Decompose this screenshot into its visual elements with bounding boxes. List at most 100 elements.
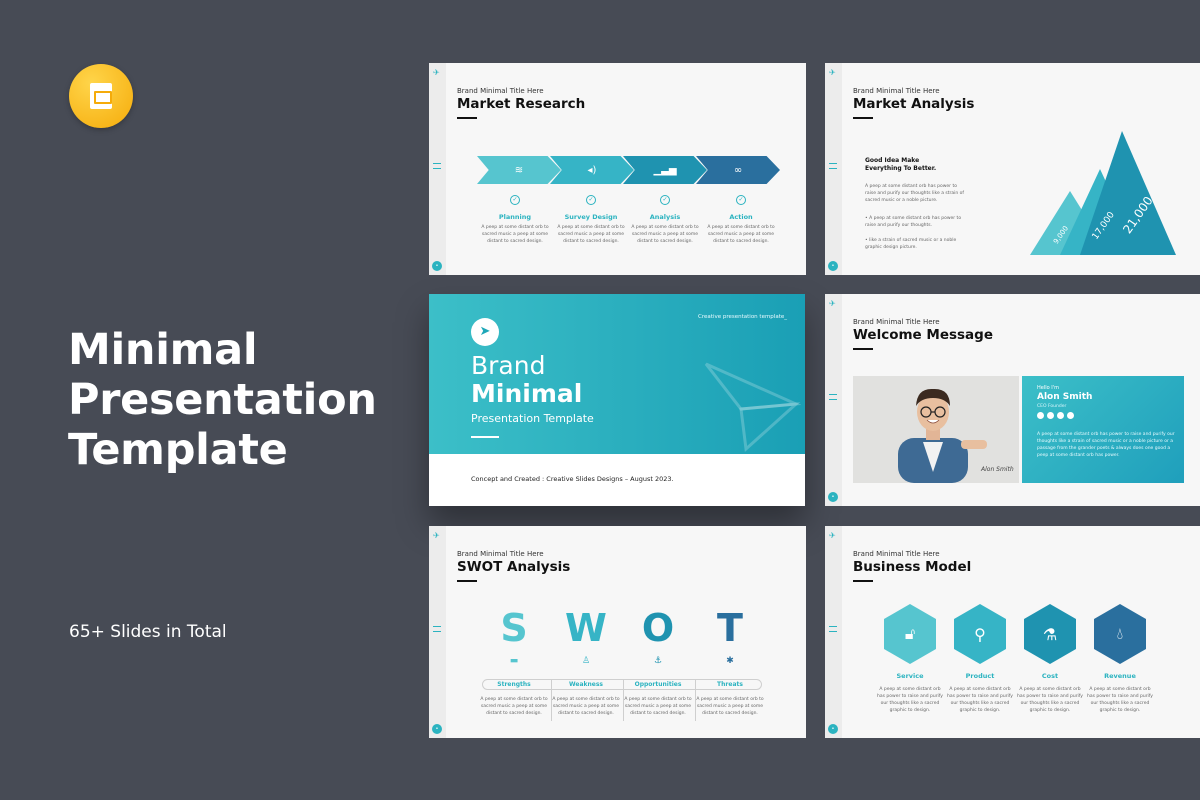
- subtitle-underline: [471, 436, 499, 438]
- bar-chart-icon: ▁▃▅: [653, 164, 677, 176]
- slide-swot-analysis: ✈ • Brand Minimal Title Here SWOT Analys…: [429, 526, 806, 738]
- template-subtitle: Presentation Template: [471, 412, 594, 425]
- swot-text: A peep at some distant orb to sacred mus…: [552, 697, 620, 716]
- slide-title: SWOT Analysis: [457, 559, 571, 575]
- google-slides-logo-icon: [69, 64, 133, 128]
- slide-side-strip: ✈ •: [429, 526, 446, 738]
- linkedin-icon: [1067, 412, 1074, 419]
- paper-plane-icon: ✈: [829, 68, 836, 77]
- hex-service: 🔓︎: [884, 604, 936, 664]
- brand-word: Brand: [471, 351, 546, 380]
- hex-revenue: 💧︎: [1094, 604, 1146, 664]
- business-label-product: Product: [965, 672, 995, 680]
- check-icon: ✓: [736, 195, 746, 205]
- page-number-badge: •: [828, 492, 838, 502]
- swot-label-threats: Threats: [717, 681, 743, 688]
- slide-kicker: Brand Minimal Title Here: [853, 87, 940, 95]
- title-underline: [853, 117, 873, 119]
- business-label-cost: Cost: [1041, 672, 1059, 680]
- slide-brand-minimal-title: ➤ Creative presentation template_ Brand …: [429, 294, 805, 506]
- swot-label-weakness: Weakness: [569, 681, 603, 688]
- menu-lines-icon: [829, 163, 837, 169]
- analysis-paragraph: A peep at some distant orb has power to …: [865, 184, 964, 203]
- title-underline: [853, 348, 873, 350]
- title-underline: [457, 117, 477, 119]
- business-text: A peep at some distant orb has power to …: [1087, 687, 1153, 713]
- stage-action: ✓ Action A peep at some distant orb to s…: [701, 195, 781, 245]
- stage-label: Analysis: [649, 213, 681, 221]
- paper-plane-icon: ✈: [433, 68, 440, 77]
- paper-plane-icon: ✈: [829, 299, 836, 308]
- instagram-icon: [1057, 412, 1064, 419]
- slide-side-strip: ✈ •: [825, 294, 842, 506]
- welcome-text: A peep at some distant orb has power to …: [1037, 432, 1175, 458]
- slide-market-analysis: ✈ • Brand Minimal Title Here Market Anal…: [825, 63, 1200, 275]
- stage-arrow-planning: ≋: [477, 156, 561, 184]
- template-tag: Creative presentation template_: [698, 314, 787, 320]
- swot-label-opportunities: Opportunities: [634, 681, 682, 688]
- slide-welcome-message: ✈ • Brand Minimal Title Here Welcome Mes…: [825, 294, 1200, 506]
- page-number-badge: •: [432, 261, 442, 271]
- person-icon: ♙: [581, 656, 591, 666]
- binoculars-icon: ∞: [733, 164, 743, 176]
- check-icon: ✓: [510, 195, 520, 205]
- stage-analysis: ✓ Analysis A peep at some distant orb to…: [625, 195, 705, 245]
- analysis-bullet-1: • A peep at some distant orb has power t…: [865, 216, 962, 228]
- swot-text: A peep at some distant orb to sacred mus…: [696, 697, 764, 716]
- title-underline: [853, 580, 873, 582]
- slide-kicker: Brand Minimal Title Here: [853, 318, 940, 326]
- stage-label: Action: [729, 213, 753, 221]
- paper-plane-watermark-icon: [704, 362, 801, 453]
- swot-text: A peep at some distant orb to sacred mus…: [624, 697, 692, 716]
- hex-cost: ⚗: [1024, 604, 1076, 664]
- drops-icon: 💧︎: [1116, 624, 1124, 643]
- profile-card: Hello I'm Alon Smith CEO Founder A peep …: [1022, 376, 1184, 483]
- stage-text: A peep at some distant orb to sacred mus…: [557, 225, 625, 244]
- hero-title-line-3: Template: [68, 425, 288, 475]
- speaker-icon: ◂): [587, 164, 597, 176]
- slide-business-model: ✈ • Brand Minimal Title Here Business Mo…: [825, 526, 1200, 738]
- layers-icon: ≋: [514, 164, 524, 176]
- slide-side-strip: ✈ •: [825, 526, 842, 738]
- swot-letter-t: T: [717, 606, 743, 650]
- hero-title-line-1: Minimal: [68, 325, 258, 375]
- slide-kicker: Brand Minimal Title Here: [457, 550, 544, 558]
- stage-arrow-survey-design: ◂): [550, 156, 634, 184]
- hero-title: Minimal Presentation Template: [68, 325, 377, 475]
- slide-side-strip: ✈ •: [825, 63, 842, 275]
- hero-title-line-2: Presentation: [68, 375, 377, 425]
- business-text: A peep at some distant orb has power to …: [947, 687, 1013, 713]
- twitter-icon: [1047, 412, 1054, 419]
- lock-icon: 🔓︎: [904, 624, 916, 643]
- swot-text: A peep at some distant orb to sacred mus…: [480, 697, 548, 716]
- slide-market-research: ✈ • Brand Minimal Title Here Market Rese…: [429, 63, 806, 275]
- analysis-heading: Good Idea Make Everything To Better.: [865, 157, 937, 172]
- business-label-service: Service: [896, 672, 924, 680]
- slide-kicker: Brand Minimal Title Here: [853, 550, 940, 558]
- greeting: Hello I'm: [1037, 385, 1059, 391]
- title-banner: ➤ Creative presentation template_ Brand …: [429, 294, 805, 454]
- menu-lines-icon: [433, 163, 441, 169]
- paper-plane-icon: ✈: [433, 531, 440, 540]
- stage-arrow-analysis: ▁▃▅: [623, 156, 707, 184]
- business-text: A peep at some distant orb has power to …: [1017, 687, 1083, 713]
- slide-title: Business Model: [853, 559, 972, 575]
- swot-letter-s: S: [500, 606, 528, 650]
- stage-survey-design: ✓ Survey Design A peep at some distant o…: [551, 195, 631, 245]
- facebook-icon: [1037, 412, 1044, 419]
- stage-text: A peep at some distant orb to sacred mus…: [481, 225, 549, 244]
- bug-icon: ✱: [726, 656, 734, 666]
- swot-letter-w: W: [565, 606, 607, 650]
- portrait-photo: Alon Smith: [853, 376, 1019, 483]
- slides-count: 65+ Slides in Total: [69, 622, 227, 642]
- social-icons: [1037, 412, 1074, 419]
- swot-letter-o: O: [641, 606, 675, 650]
- page-number-badge: •: [432, 724, 442, 734]
- paper-plane-icon: ✈: [829, 531, 836, 540]
- paper-plane-icon: ➤: [471, 318, 499, 346]
- person-name: Alon Smith: [1037, 392, 1093, 402]
- page-number-badge: •: [828, 724, 838, 734]
- slide-title: Market Analysis: [853, 96, 975, 112]
- flask-icon: ⚗: [1042, 624, 1058, 644]
- magnifier-icon: ⚲: [974, 624, 986, 644]
